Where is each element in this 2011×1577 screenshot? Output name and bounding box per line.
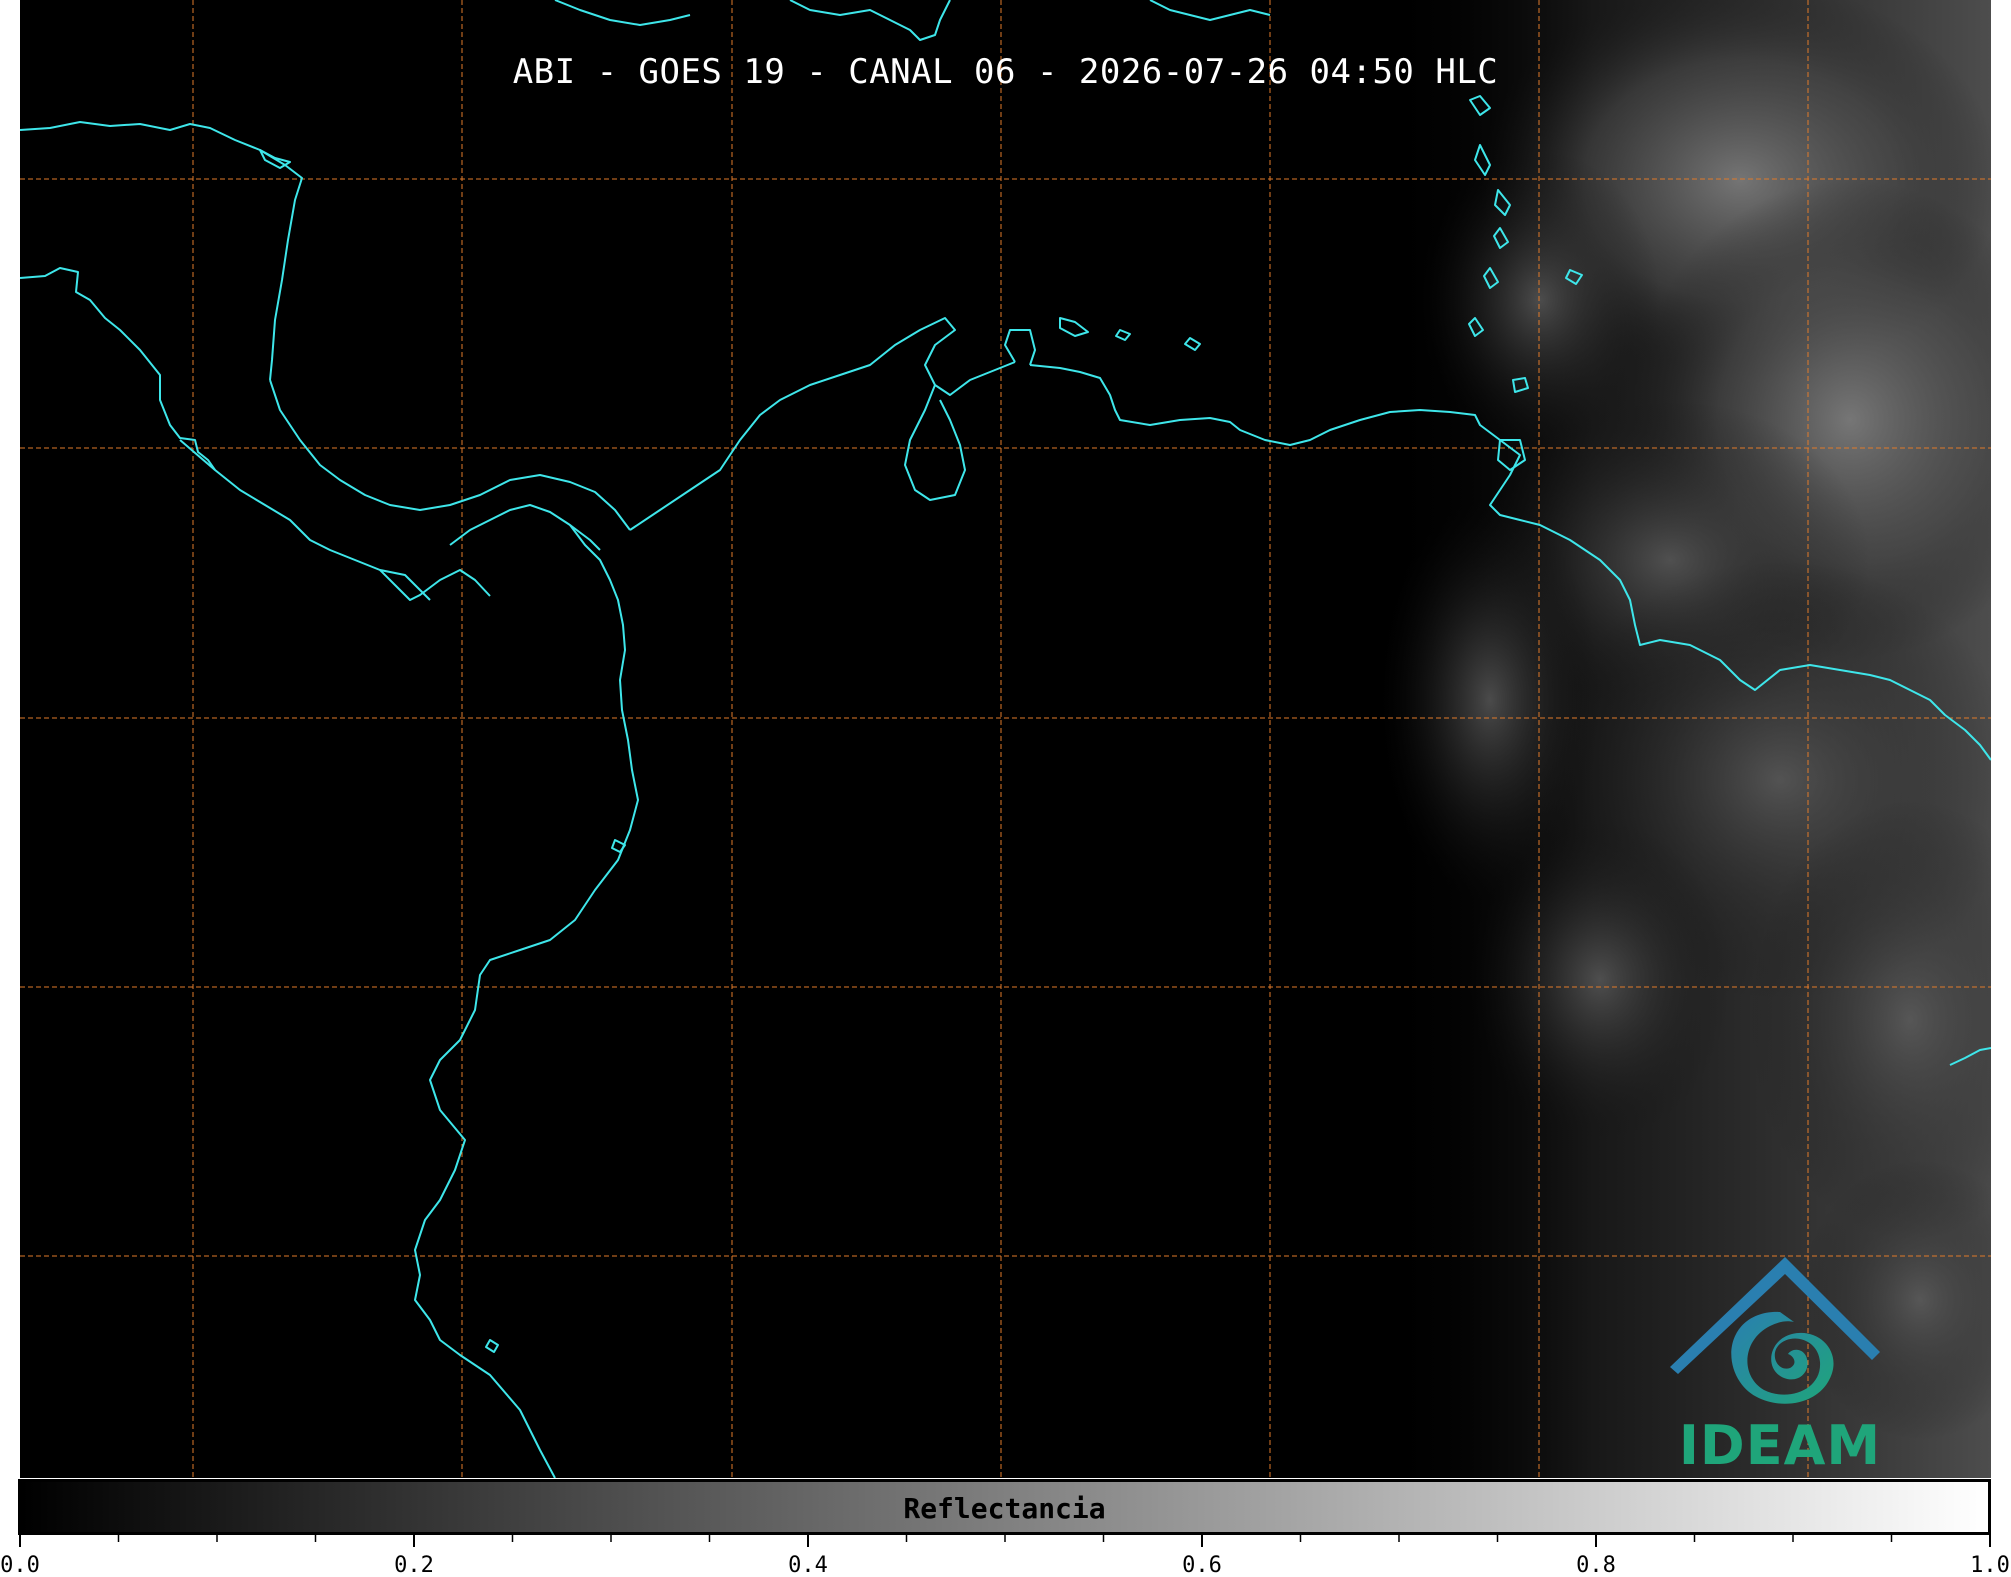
coastline-yucatan: [20, 121, 303, 381]
colorbar-label: Reflectancia: [903, 1492, 1106, 1525]
coastline-central-america-north: [20, 267, 216, 471]
coastline-guajira: [1004, 329, 1036, 366]
colorbar-tick-label: 0.4: [788, 1553, 828, 1577]
logo-text: IDEAM: [1678, 1414, 1882, 1477]
coastline-panama: [449, 504, 601, 551]
coastline-maracaibo: [904, 384, 966, 501]
coastline-puerto-rico: [1149, 0, 1271, 21]
coastline-curacao: [1184, 337, 1201, 351]
coastline-islands-honduras: [259, 149, 291, 169]
colorbar-tick-label: 0.6: [1182, 1553, 1222, 1577]
colorbar: Reflectancia: [18, 1479, 1991, 1535]
ideam-logo: IDEAM: [1660, 1252, 1900, 1477]
coastline-colombia-caribbean: [629, 317, 1016, 531]
satellite-map: ABI - GOES 19 - CANAL 06 - 2026-07-26 04…: [20, 0, 1991, 1478]
coastline-colombia-pacific: [414, 524, 639, 1478]
colorbar-tick-label: 1.0: [1970, 1553, 2010, 1577]
coastline-central-america-pacific: [179, 439, 431, 601]
colorbar-tick-label: 0.0: [0, 1553, 40, 1577]
coastline-gorgona: [485, 1339, 499, 1353]
satellite-image-page: ABI - GOES 19 - CANAL 06 - 2026-07-26 04…: [0, 0, 2011, 1577]
ideam-swirl-icon: [1670, 1257, 1880, 1404]
coastline-aruba: [1115, 329, 1131, 341]
coastline-honduras: [269, 379, 631, 531]
coastline-cuba: [554, 0, 691, 26]
colorbar-tick-label: 0.2: [394, 1553, 434, 1577]
coastline-nicoya: [379, 569, 491, 601]
coastline-abc-islands: [1059, 317, 1089, 337]
coastline-hispaniola: [789, 0, 951, 41]
colorbar-tick-label: 0.8: [1576, 1553, 1616, 1577]
map-title: ABI - GOES 19 - CANAL 06 - 2026-07-26 04…: [512, 52, 1499, 92]
